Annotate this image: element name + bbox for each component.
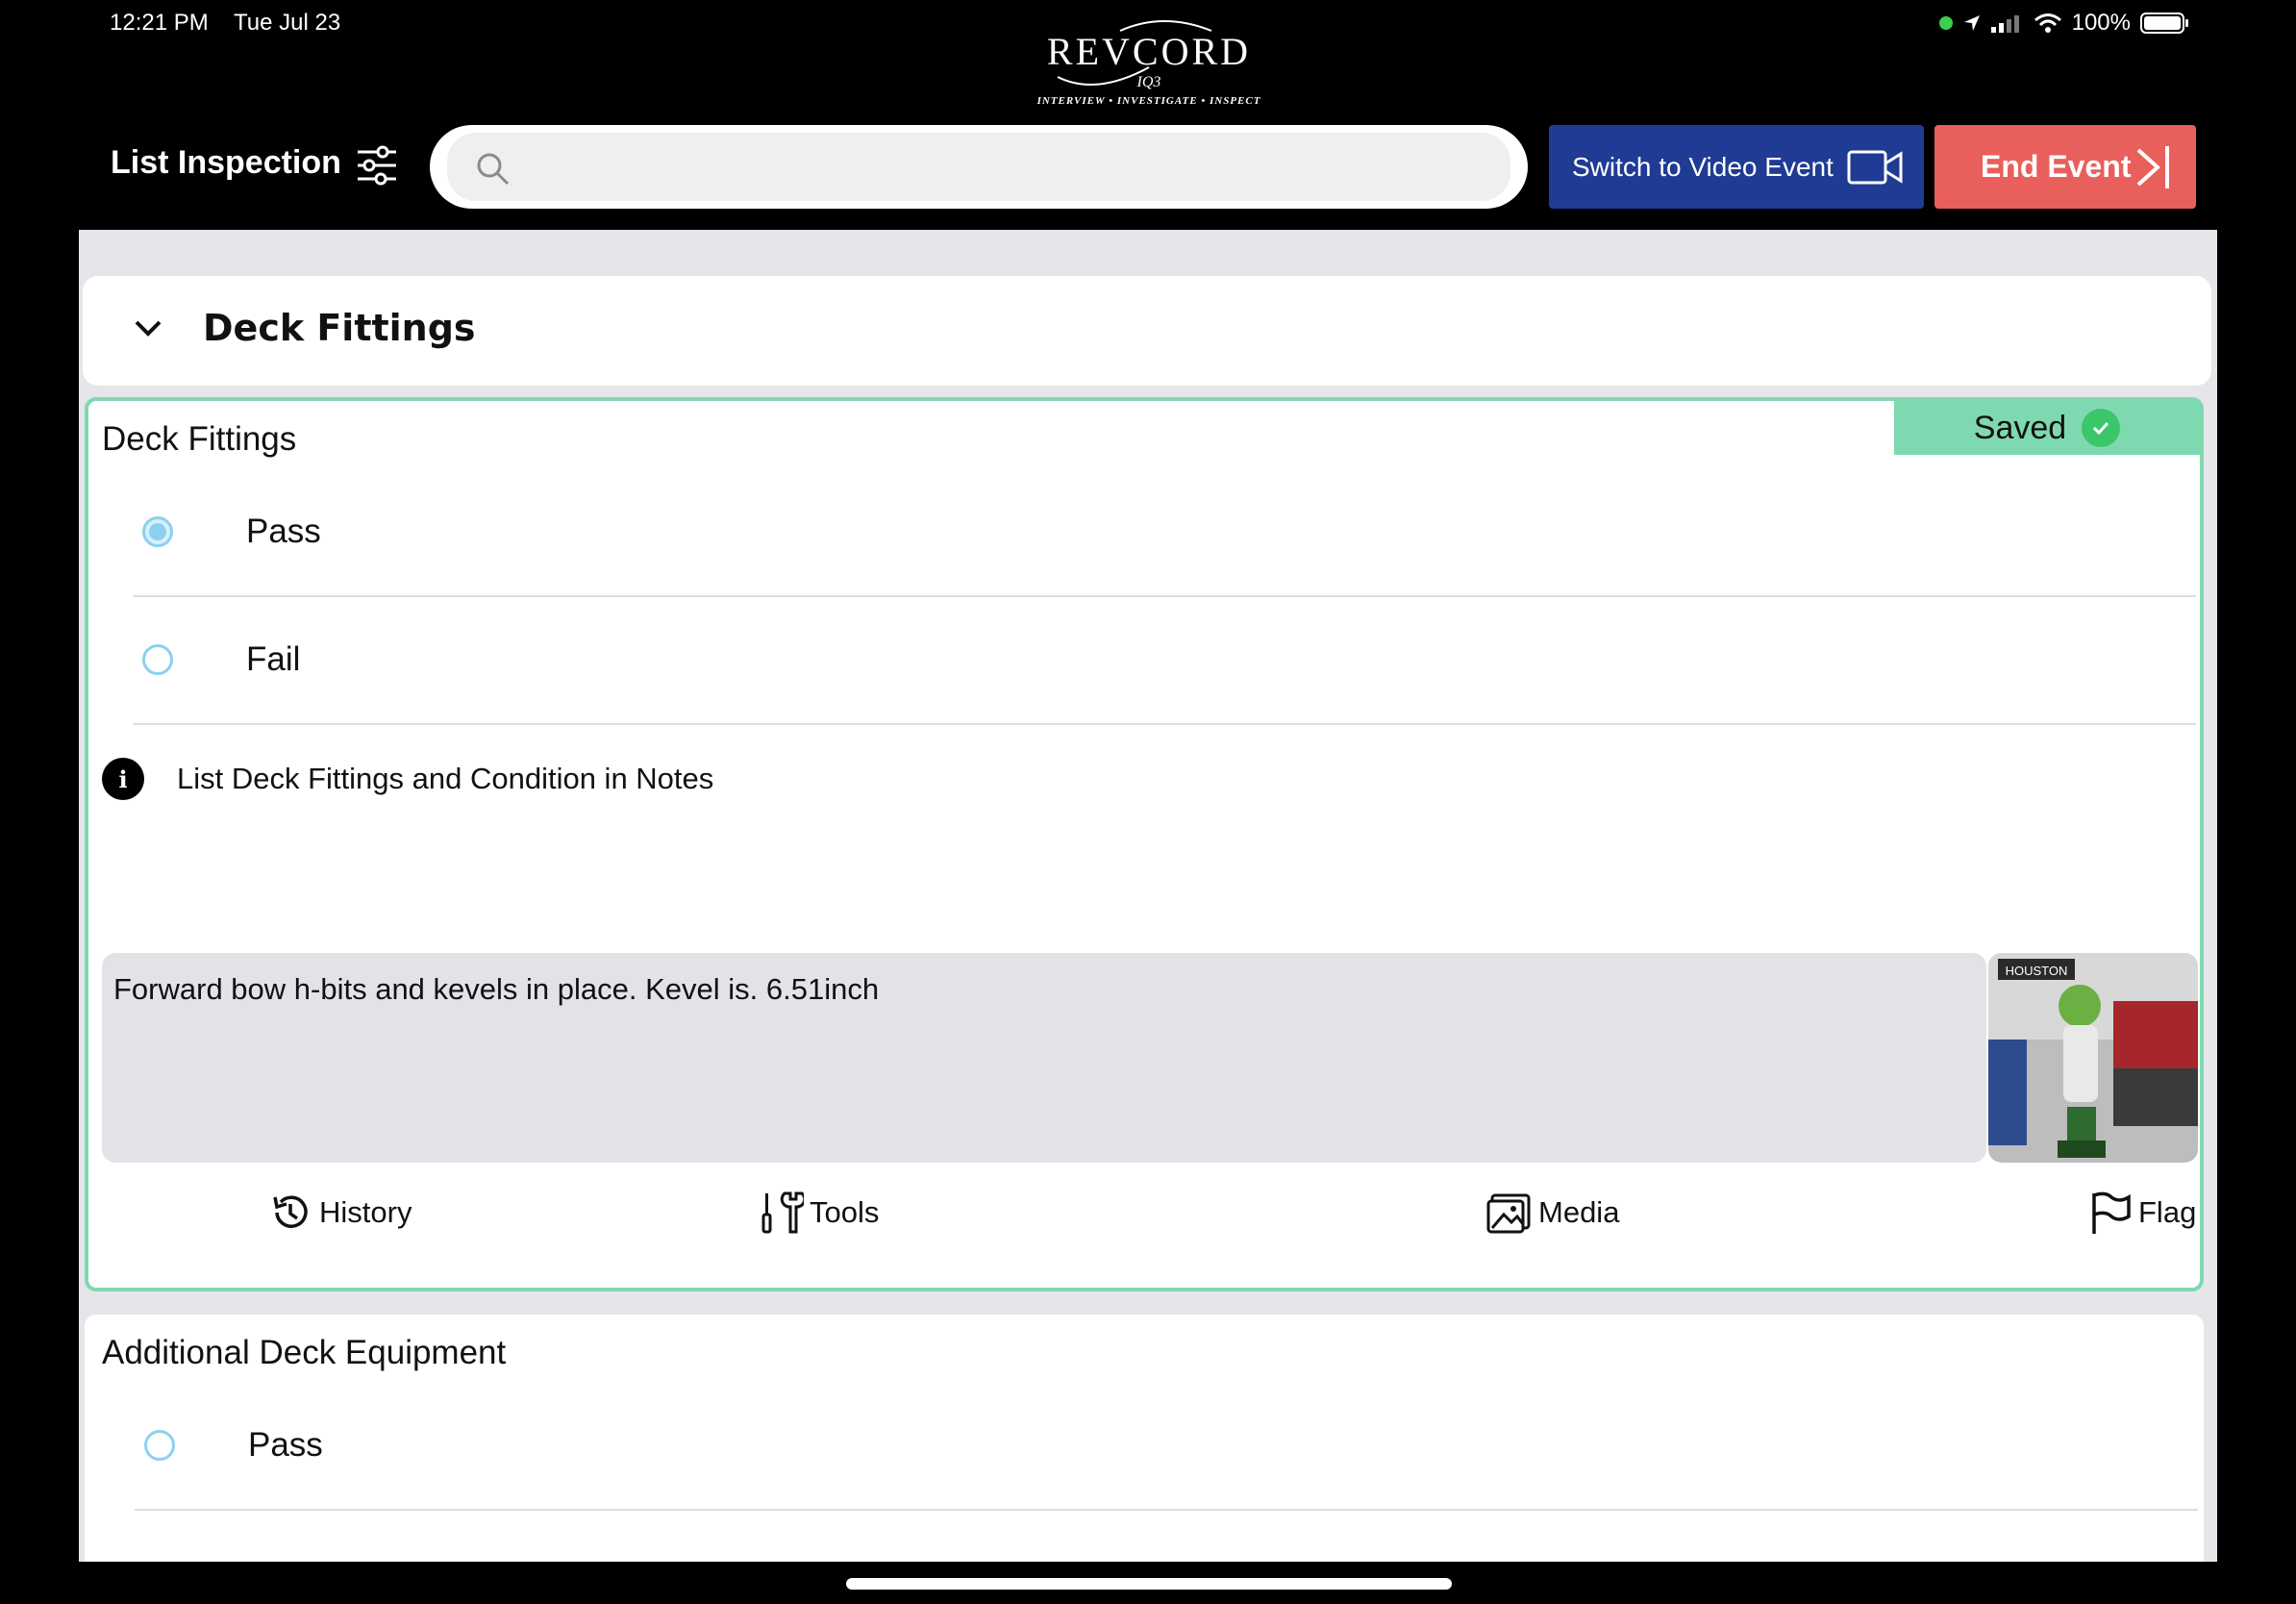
radio-fail[interactable] (142, 644, 173, 675)
switch-to-video-label: Switch to Video Event (1572, 151, 1834, 182)
image-gallery-icon (1486, 1193, 1531, 1234)
history-icon (273, 1195, 308, 1228)
inspection-card-additional: Additional Deck Equipment Pass (85, 1315, 2204, 1562)
checkmark-icon (2082, 409, 2121, 447)
flag-label: Flag (2138, 1195, 2197, 1229)
end-event-button[interactable]: End Event (1934, 125, 2196, 209)
status-time: 12:21 PM Tue Jul 23 (110, 10, 340, 37)
option-label: Pass (248, 1426, 323, 1464)
search-bar[interactable] (430, 125, 1528, 209)
option-label: Fail (246, 640, 301, 678)
search-field[interactable] (447, 133, 1510, 201)
media-label: Media (1538, 1195, 1620, 1229)
inspection-card: Deck Fittings Saved Pass Fail i List Dec… (85, 397, 2204, 1291)
search-icon (477, 153, 510, 186)
chevron-down-icon[interactable] (131, 314, 165, 343)
camera-indicator-icon (1938, 16, 1953, 30)
status-indicators: 100% (1938, 10, 2190, 37)
logo-arc-graphic (1057, 20, 1212, 86)
section-title: Deck Fittings (203, 307, 476, 349)
location-icon (1963, 15, 1980, 31)
thumbnail-caption: HOUSTON (2006, 964, 2068, 978)
history-button[interactable]: History (267, 1190, 412, 1236)
radio-pass[interactable] (144, 1430, 175, 1461)
media-thumbnail[interactable]: HOUSTON (1988, 953, 2198, 1163)
info-text: List Deck Fittings and Condition in Note… (177, 762, 714, 795)
wifi-icon (2034, 13, 2061, 33)
cellular-signal-icon (1990, 15, 2019, 33)
option-label: Pass (246, 513, 321, 550)
tools-icon (761, 1191, 804, 1234)
flag-button[interactable]: Flag (2086, 1190, 2196, 1236)
thumbnail-image: HOUSTON (1988, 953, 2198, 1163)
tools-button[interactable]: Tools (758, 1190, 879, 1236)
media-button[interactable]: Media (1486, 1190, 1619, 1236)
section-header[interactable]: Deck Fittings (83, 276, 2211, 386)
battery-percent: 100% (2071, 10, 2131, 36)
end-event-label: End Event (1981, 149, 2132, 184)
history-label: History (319, 1195, 412, 1229)
status-clock: 12:21 PM (110, 10, 209, 36)
page-title: List Inspection (111, 144, 341, 181)
tools-label: Tools (810, 1195, 880, 1229)
search-input[interactable] (534, 142, 1491, 191)
card-title: Deck Fittings (102, 420, 297, 458)
radio-pass[interactable] (142, 516, 173, 547)
exit-arrow-icon (2136, 145, 2169, 188)
revcord-logo: REVCORD IQ3 INTERVIEW • INVESTIGATE • IN… (1029, 10, 1269, 117)
flag-icon (2092, 1191, 2131, 1234)
status-date: Tue Jul 23 (233, 10, 341, 36)
notes-field[interactable]: Forward bow h-bits and kevels in place. … (102, 953, 1986, 1163)
video-camera-icon (1847, 150, 1903, 184)
main-content[interactable]: Deck Fittings Deck Fittings Saved Pass F… (79, 230, 2217, 1562)
battery-icon (2140, 13, 2188, 34)
option-fail[interactable]: Fail (133, 596, 2196, 725)
info-note: i List Deck Fittings and Condition in No… (102, 758, 713, 800)
filter-settings-icon[interactable] (354, 144, 400, 187)
info-icon[interactable]: i (102, 758, 144, 800)
option-pass[interactable]: Pass (133, 468, 2196, 597)
switch-to-video-event-button[interactable]: Switch to Video Event (1549, 125, 1924, 209)
card-title: Additional Deck Equipment (102, 1334, 507, 1371)
saved-badge: Saved (1894, 401, 2200, 455)
option-pass[interactable]: Pass (135, 1382, 2198, 1511)
home-indicator[interactable] (846, 1578, 1452, 1590)
saved-label: Saved (1973, 409, 2067, 446)
